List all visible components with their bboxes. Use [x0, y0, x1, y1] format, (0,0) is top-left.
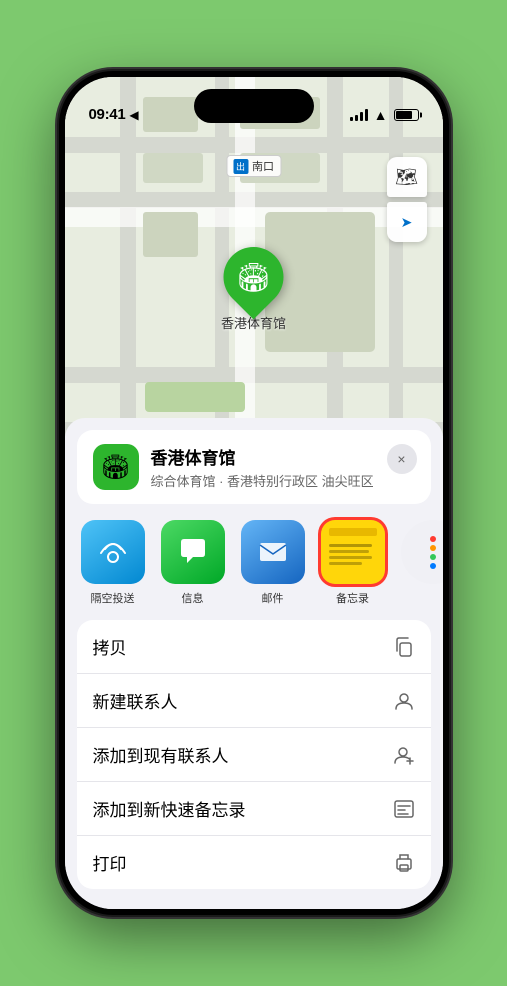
person-add-icon — [393, 744, 415, 766]
place-info: 香港体育馆 综合体育馆 · 香港特别行政区 油尖旺区 — [151, 444, 415, 490]
print-icon — [393, 852, 415, 874]
battery-icon — [394, 109, 419, 121]
messages-label: 信息 — [182, 590, 204, 606]
location-button[interactable]: ➤ — [387, 202, 427, 242]
location-icon: ➤ — [401, 214, 413, 231]
notes-icon — [321, 520, 385, 584]
share-row: 隔空投送 信息 — [65, 504, 443, 610]
action-copy[interactable]: 拷贝 — [77, 620, 431, 674]
share-item-messages[interactable]: 信息 — [157, 520, 229, 606]
signal-icon — [350, 109, 368, 121]
place-card: 🏟 香港体育馆 综合体育馆 · 香港特别行政区 油尖旺区 × — [77, 430, 431, 504]
location-arrow-icon: ◀ — [129, 108, 138, 122]
map-south-label: 出 南口 — [226, 155, 281, 177]
wifi-icon: ▲ — [374, 107, 388, 123]
bottom-sheet: 🏟 香港体育馆 综合体育馆 · 香港特别行政区 油尖旺区 × — [65, 418, 443, 909]
share-item-airdrop[interactable]: 隔空投送 — [77, 520, 149, 606]
place-subtitle: 综合体育馆 · 香港特别行政区 油尖旺区 — [151, 471, 415, 490]
stadium-pin: 🏟 — [211, 235, 296, 320]
status-time: 09:41 — [89, 106, 126, 123]
airdrop-label: 隔空投送 — [91, 590, 135, 606]
phone-frame: 09:41 ◀ ▲ — [59, 71, 449, 915]
action-add-existing-contact[interactable]: 添加到现有联系人 — [77, 728, 431, 782]
action-print-label: 打印 — [93, 850, 127, 875]
south-badge: 出 — [233, 159, 248, 174]
phone-screen: 09:41 ◀ ▲ — [65, 77, 443, 909]
place-name: 香港体育馆 — [151, 444, 415, 469]
mail-label: 邮件 — [262, 590, 284, 606]
action-new-contact[interactable]: 新建联系人 — [77, 674, 431, 728]
messages-icon — [161, 520, 225, 584]
share-item-more[interactable] — [397, 520, 443, 606]
notes-label: 备忘录 — [336, 590, 369, 606]
south-label-text: 南口 — [252, 158, 274, 174]
dynamic-island — [194, 89, 314, 123]
person-icon — [393, 690, 415, 712]
quick-note-icon — [393, 798, 415, 820]
place-card-icon: 🏟 — [93, 444, 139, 490]
stadium-marker: 🏟 香港体育馆 — [221, 247, 286, 332]
place-stadium-icon: 🏟 — [100, 453, 130, 482]
action-add-quick-note[interactable]: 添加到新快速备忘录 — [77, 782, 431, 836]
map-type-button[interactable]: 🗺 — [387, 157, 427, 197]
action-print[interactable]: 打印 — [77, 836, 431, 889]
airdrop-icon — [81, 520, 145, 584]
action-new-contact-label: 新建联系人 — [93, 688, 178, 713]
copy-icon — [393, 636, 415, 658]
share-item-notes[interactable]: 备忘录 — [317, 520, 389, 606]
action-list: 拷贝 新建联系人 添加到现有联系人 — [77, 620, 431, 889]
status-icons: ▲ — [350, 107, 419, 123]
map-type-icon: 🗺 — [395, 167, 418, 188]
action-add-quick-note-label: 添加到新快速备忘录 — [93, 796, 246, 821]
more-options-icon — [401, 520, 443, 584]
action-copy-label: 拷贝 — [93, 634, 127, 659]
share-item-mail[interactable]: 邮件 — [237, 520, 309, 606]
close-button[interactable]: × — [387, 444, 417, 474]
action-add-existing-label: 添加到现有联系人 — [93, 742, 229, 767]
mail-icon — [241, 520, 305, 584]
stadium-icon: 🏟 — [236, 261, 272, 294]
map-controls: 🗺 ➤ — [387, 157, 427, 242]
